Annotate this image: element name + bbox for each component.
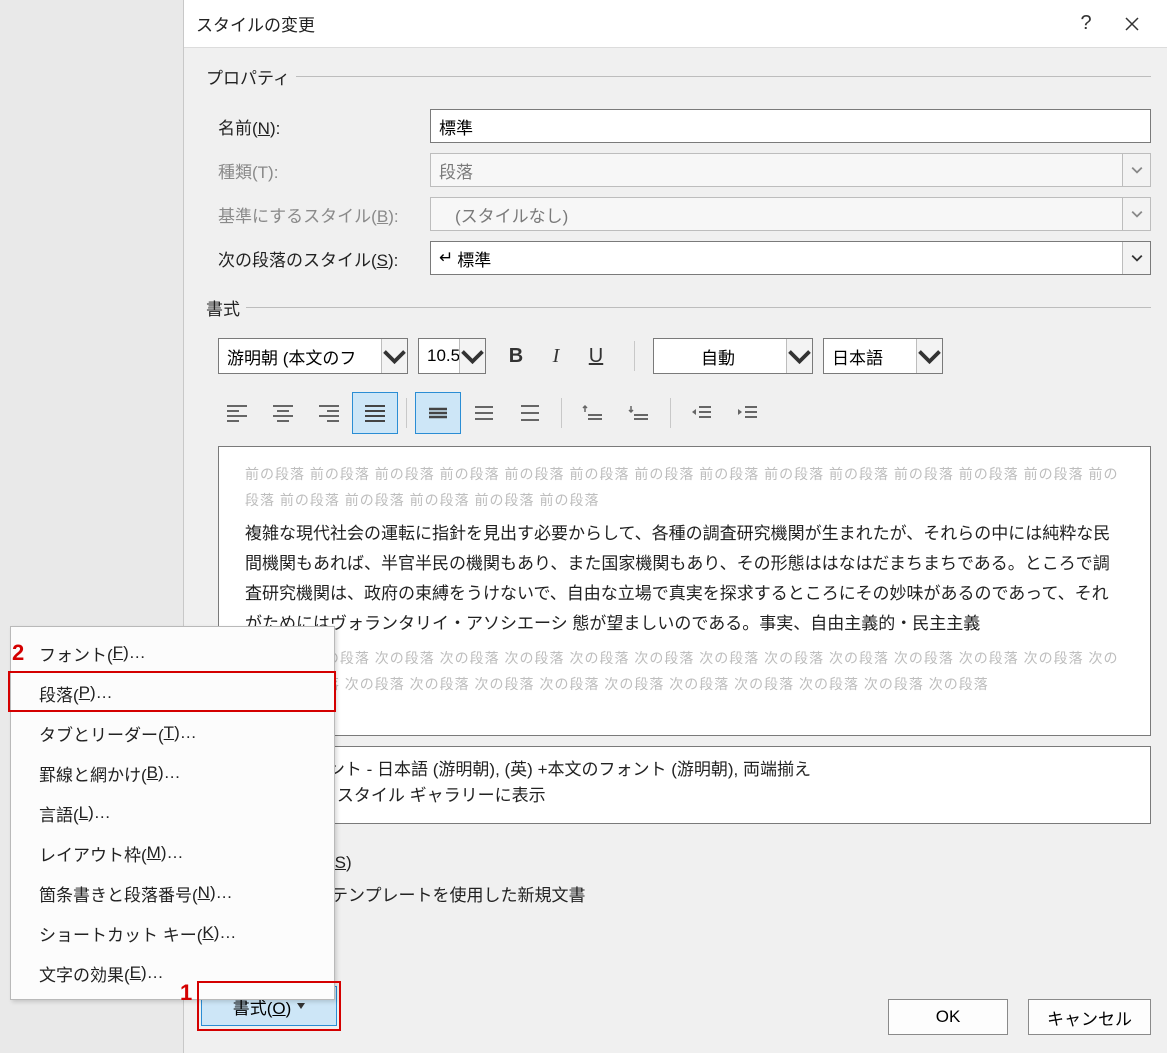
menu-font[interactable]: フォント(F)… (11, 633, 334, 673)
menu-shortcut[interactable]: ショートカット キー(K)… (11, 913, 334, 953)
space-before-dec-button[interactable] (616, 392, 662, 434)
chevron-down-icon[interactable] (1122, 198, 1150, 230)
format-group: 書式 游明朝 (本文のフ 10.5 B I U 自動 (200, 295, 1151, 914)
separator (406, 398, 407, 428)
style-summary: +本文のフォント - 日本語 (游明朝), (英) +本文のフォント (游明朝)… (218, 746, 1151, 824)
next-style-combo[interactable]: ↵ 標準 (430, 241, 1151, 275)
next-style-value: 標準 (457, 246, 491, 271)
ok-button[interactable]: OK (888, 999, 1008, 1035)
align-right-button[interactable] (306, 392, 352, 434)
font-size-combo[interactable]: 10.5 (418, 338, 486, 374)
italic-button[interactable]: I (536, 338, 576, 374)
menu-texteffect[interactable]: 文字の効果(E)… (11, 953, 334, 993)
paragraph-mark-icon: ↵ (439, 248, 453, 268)
linespacing-1-button[interactable] (415, 392, 461, 434)
summary-line-1: +本文のフォント - 日本語 (游明朝), (英) +本文のフォント (游明朝)… (233, 757, 1136, 783)
underline-button[interactable]: U (576, 338, 616, 374)
titlebar: スタイルの変更 ? (184, 0, 1167, 48)
based-on-value: (スタイルなし) (439, 202, 568, 227)
chevron-down-icon[interactable] (916, 339, 942, 373)
name-label: 名前(N): (200, 114, 430, 139)
chevron-down-icon[interactable] (1122, 242, 1150, 274)
separator (561, 398, 562, 428)
indent-decrease-button[interactable] (679, 392, 725, 434)
menu-language[interactable]: 言語(L)… (11, 793, 334, 833)
based-on-label: 基準にするスタイル(B): (200, 202, 430, 227)
paragraph-toolbar (200, 388, 1151, 446)
separator (634, 341, 635, 371)
align-center-button[interactable] (260, 392, 306, 434)
based-on-combo[interactable]: (スタイルなし) (430, 197, 1151, 231)
next-style-label: 次の段落のスタイル(S): (200, 246, 430, 271)
menu-borders[interactable]: 罫線と網かけ(B)… (11, 753, 334, 793)
menu-tabs[interactable]: タブとリーダー(T)… (11, 713, 334, 753)
indent-increase-button[interactable] (725, 392, 771, 434)
preview-next-ghost: 次の段落 次の段落 次の段落 次の段落 次の段落 次の段落 次の段落 次の段落 … (245, 645, 1124, 697)
chevron-down-icon (1122, 154, 1150, 186)
bold-button[interactable]: B (496, 338, 536, 374)
close-button[interactable] (1109, 0, 1155, 48)
space-before-inc-button[interactable] (570, 392, 616, 434)
linespacing-1-5-button[interactable] (461, 392, 507, 434)
type-label: 種類(T): (200, 158, 430, 183)
separator (670, 398, 671, 428)
properties-legend: プロパティ (200, 64, 296, 89)
align-justify-button[interactable] (352, 392, 398, 434)
chevron-down-icon[interactable] (786, 339, 812, 373)
menu-numbering[interactable]: 箇条書きと段落番号(N)… (11, 873, 334, 913)
font-combo[interactable]: 游明朝 (本文のフ (218, 338, 408, 374)
linespacing-2-button[interactable] (507, 392, 553, 434)
dialog-title: スタイルの変更 (196, 11, 1063, 36)
preview-body-text: 複雑な現代社会の運転に指針を見出す必要からして、各種の調査研究機関が生まれたが、… (245, 519, 1124, 639)
preview-prev-ghost: 前の段落 前の段落 前の段落 前の段落 前の段落 前の段落 前の段落 前の段落 … (245, 461, 1124, 513)
font-color-combo[interactable]: 自動 (653, 338, 813, 374)
cancel-button[interactable]: キャンセル (1028, 999, 1151, 1035)
properties-group: プロパティ 名前(N): 種類(T): 段落 基準にするスタイル(B): (200, 64, 1151, 285)
help-button[interactable]: ? (1063, 0, 1109, 48)
type-combo: 段落 (430, 153, 1151, 187)
style-preview: 前の段落 前の段落 前の段落 前の段落 前の段落 前の段落 前の段落 前の段落 … (218, 446, 1151, 736)
menu-frame[interactable]: レイアウト枠(M)… (11, 833, 334, 873)
dropdown-triangle-icon (297, 1003, 305, 1009)
type-value: 段落 (439, 158, 473, 183)
name-input[interactable] (430, 109, 1151, 143)
chevron-down-icon[interactable] (381, 339, 407, 373)
chevron-down-icon[interactable] (459, 339, 485, 373)
align-left-button[interactable] (214, 392, 260, 434)
summary-line-2: 行, スタイル: スタイル ギャラリーに表示 (233, 783, 1136, 809)
format-toolbar: 游明朝 (本文のフ 10.5 B I U 自動 日本 (200, 330, 1151, 388)
format-popup-menu: フォント(F)… 段落(P)… タブとリーダー(T)… 罫線と網かけ(B)… 言… (10, 626, 335, 1000)
language-combo[interactable]: 日本語 (823, 338, 943, 374)
menu-paragraph[interactable]: 段落(P)… (11, 673, 334, 713)
options-area: リーに追加(S) D) このテンプレートを使用した新規文書 (200, 832, 1151, 906)
format-legend: 書式 (200, 295, 246, 320)
template-radio-label: このテンプレートを使用した新規文書 (297, 881, 586, 906)
